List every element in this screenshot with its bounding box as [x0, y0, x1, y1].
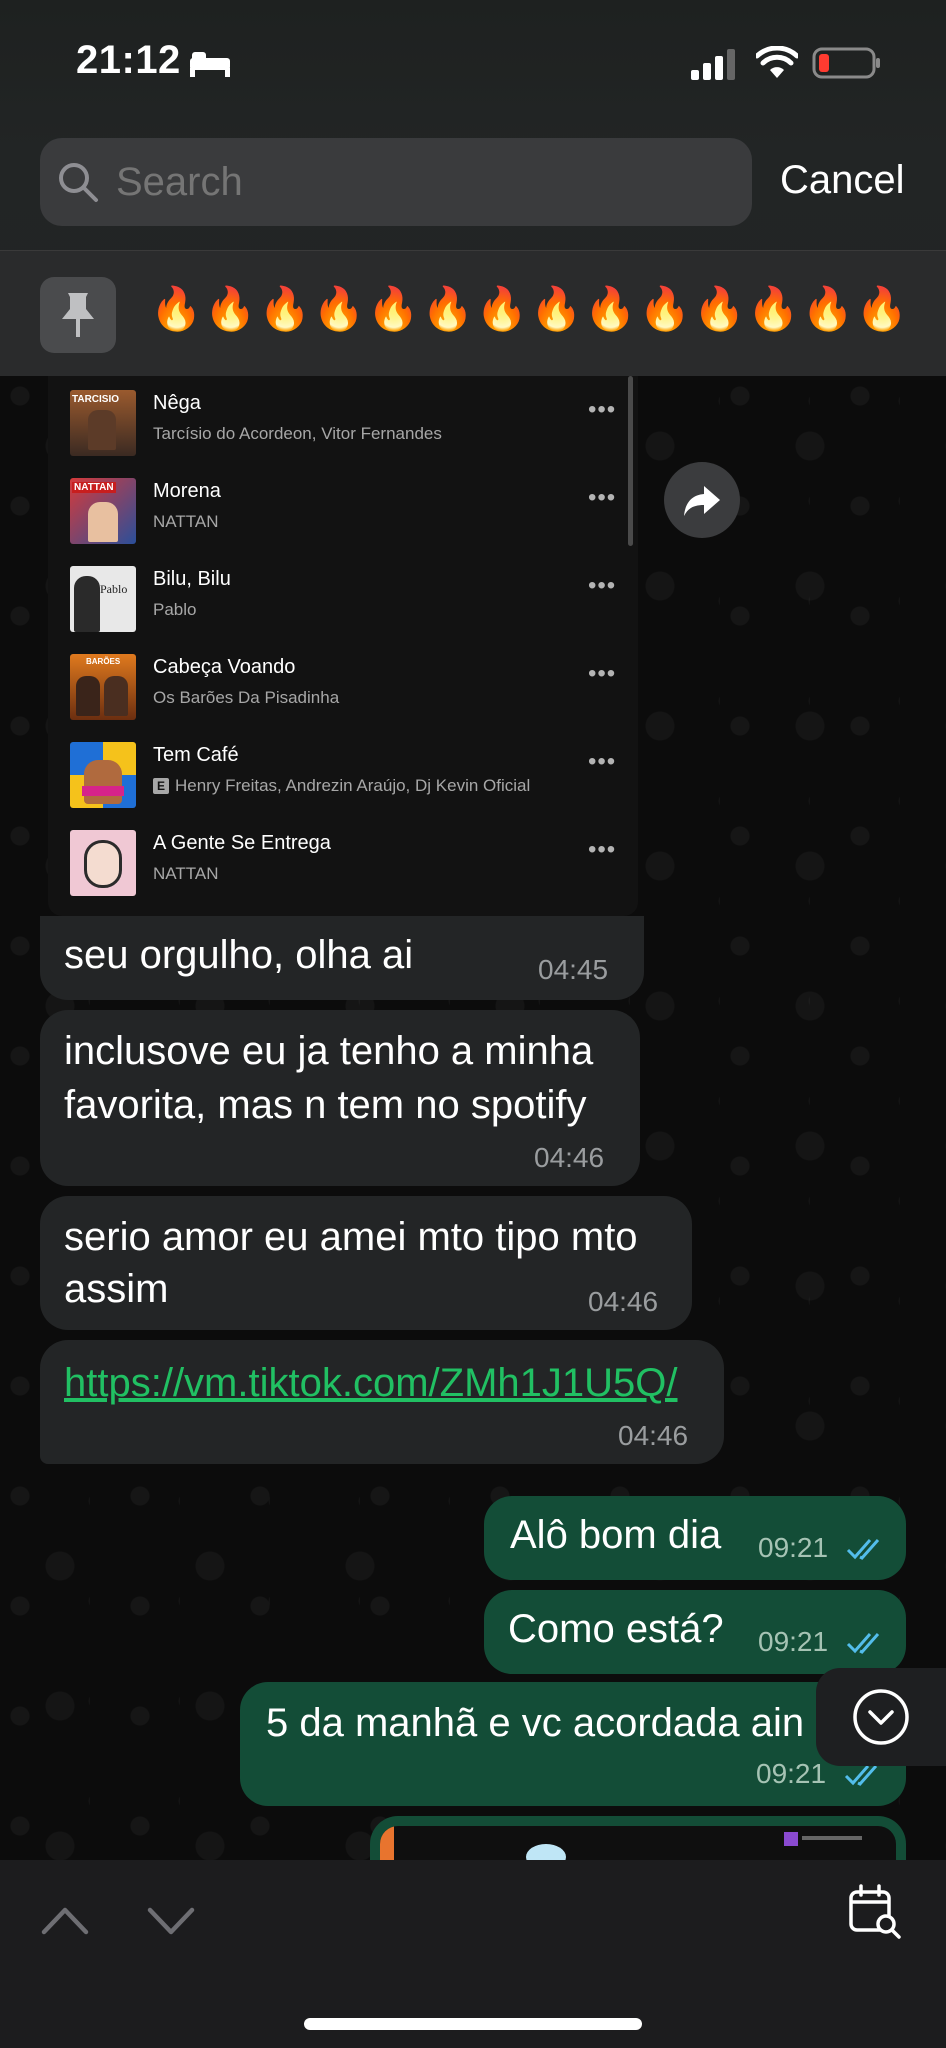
message-text: Alô bom dia — [510, 1513, 722, 1557]
track-row[interactable]: A Gente Se Entrega NATTAN ••• — [48, 816, 638, 904]
message-time: 04:46 — [534, 1142, 605, 1173]
track-artist: Tarcísio do Acordeon, Vitor Fernandes — [153, 424, 442, 443]
album-art — [70, 742, 136, 808]
message-time: 04:45 — [538, 954, 609, 985]
message-bubble-incoming[interactable]: https://vm.tiktok.com/ZMh1J1U5Q/ 04:46 — [40, 1340, 724, 1464]
track-row[interactable]: TARCISIO Nêga Tarcísio do Acordeon, Vito… — [48, 376, 638, 464]
track-artist-text: Henry Freitas, Andrezin Araújo, Dj Kevin… — [175, 776, 531, 795]
explicit-badge: E — [153, 778, 169, 794]
playlist-scrollbar[interactable] — [628, 376, 633, 546]
read-receipt-icon — [846, 1633, 880, 1654]
track-title: Nêga — [153, 392, 201, 414]
more-options-icon[interactable]: ••• — [588, 484, 616, 512]
signal-icon — [691, 49, 735, 80]
more-options-icon[interactable]: ••• — [588, 396, 616, 424]
chevron-down-circle-icon — [853, 1689, 909, 1745]
message-text: seu orgulho, olha ai — [64, 933, 414, 977]
search-icon — [59, 163, 98, 202]
more-options-icon[interactable]: ••• — [588, 748, 616, 776]
scroll-to-bottom-button[interactable] — [816, 1668, 946, 1766]
album-art-text: Pablo — [100, 582, 128, 596]
track-artist: NATTAN — [153, 512, 219, 531]
search-row: Cancel — [0, 138, 946, 228]
track-row[interactable]: BARÕES Cabeça Voando Os Barões Da Pisadi… — [48, 640, 638, 728]
chevron-down-icon[interactable] — [146, 1902, 196, 1938]
message-time: 09:21 — [758, 1626, 829, 1657]
album-art: Pablo — [70, 566, 136, 632]
track-title: Morena — [153, 480, 221, 502]
message-bubble-incoming[interactable]: inclusove eu ja tenho a minha favorita, … — [40, 1010, 640, 1186]
track-artist: E Henry Freitas, Andrezin Araújo, Dj Kevi… — [153, 776, 530, 796]
pinned-message-text: 🔥🔥🔥🔥🔥🔥🔥🔥🔥🔥🔥🔥🔥🔥 — [150, 285, 911, 332]
album-art: TARCISIO — [70, 390, 136, 456]
pin-button[interactable] — [40, 277, 116, 353]
more-options-icon[interactable]: ••• — [588, 660, 616, 688]
status-bar: 21:12 — [0, 0, 946, 120]
battery-icon — [812, 47, 880, 79]
message-bubble-incoming[interactable]: seu orgulho, olha ai 04:45 — [40, 916, 644, 1000]
message-link[interactable]: https://vm.tiktok.com/ZMh1J1U5Q/ — [64, 1356, 678, 1410]
message-bubble-incoming[interactable]: serio amor eu amei mto tipo mto assim 04… — [40, 1196, 692, 1330]
search-navigation-bar — [0, 1860, 946, 2048]
more-options-icon[interactable]: ••• — [588, 836, 616, 864]
track-artist: NATTAN — [153, 864, 219, 883]
track-title: Cabeça Voando — [153, 656, 296, 678]
message-time: 04:46 — [588, 1286, 659, 1317]
message-text: Como está? — [508, 1607, 724, 1651]
album-art-text: TARCISIO — [72, 394, 120, 405]
track-artist: Pablo — [153, 600, 197, 619]
track-artist: Os Barões Da Pisadinha — [153, 688, 340, 707]
track-title: Tem Café — [153, 744, 239, 766]
message-text-line: inclusove eu ja tenho a minha — [64, 1029, 594, 1073]
home-indicator[interactable] — [304, 2018, 642, 2030]
track-row[interactable]: NATTAN Morena NATTAN ••• — [48, 464, 638, 552]
album-art: NATTAN — [70, 478, 136, 544]
album-art-text: BARÕES — [86, 657, 121, 666]
status-time: 21:12 — [76, 38, 181, 82]
more-options-icon[interactable]: ••• — [588, 572, 616, 600]
track-title: Bilu, Bilu — [153, 568, 231, 590]
message-text-line: assim — [64, 1267, 169, 1311]
wifi-icon — [756, 46, 798, 78]
forward-icon — [684, 486, 720, 516]
bed-icon — [190, 52, 230, 77]
message-bubble-outgoing[interactable]: Alô bom dia 09:21 — [484, 1496, 906, 1580]
search-input[interactable] — [116, 160, 676, 205]
album-art — [70, 830, 136, 896]
album-art: BARÕES — [70, 654, 136, 720]
pin-icon — [62, 293, 94, 337]
message-bubble-outgoing[interactable]: Como está? 09:21 — [484, 1590, 906, 1674]
message-time: 09:21 — [758, 1532, 829, 1563]
message-text: 5 da manhã e vc acordada ain — [266, 1701, 805, 1745]
shared-playlist-card[interactable]: TARCISIO Nêga Tarcísio do Acordeon, Vito… — [48, 376, 638, 916]
message-time: 04:46 — [618, 1420, 689, 1451]
message-text-line: favorita, mas n tem no spotify — [64, 1083, 587, 1127]
chevron-up-icon[interactable] — [40, 1902, 90, 1938]
track-row[interactable]: Pablo Bilu, Bilu Pablo ••• — [48, 552, 638, 640]
forward-button[interactable] — [664, 462, 740, 538]
search-field[interactable] — [40, 138, 752, 226]
message-bubble-outgoing[interactable]: 5 da manhã e vc acordada ain 09:21 — [240, 1682, 906, 1806]
pinned-message-bar[interactable]: 🔥🔥🔥🔥🔥🔥🔥🔥🔥🔥🔥🔥🔥🔥 — [0, 251, 946, 376]
read-receipt-icon — [846, 1539, 880, 1560]
calendar-search-icon[interactable] — [848, 1884, 902, 1940]
album-art-text: NATTAN — [72, 482, 116, 493]
track-title: A Gente Se Entrega — [153, 832, 331, 854]
message-text-line: serio amor eu amei mto tipo mto — [64, 1215, 638, 1259]
header: 21:12 Search Cancel 🔥🔥🔥🔥🔥🔥🔥🔥🔥🔥🔥🔥🔥🔥 — [0, 0, 946, 376]
cancel-button[interactable]: Cancel — [780, 158, 905, 203]
track-row[interactable]: Tem Café E Henry Freitas, Andrezin Araújo… — [48, 728, 638, 816]
message-time: 09:21 — [756, 1758, 827, 1789]
